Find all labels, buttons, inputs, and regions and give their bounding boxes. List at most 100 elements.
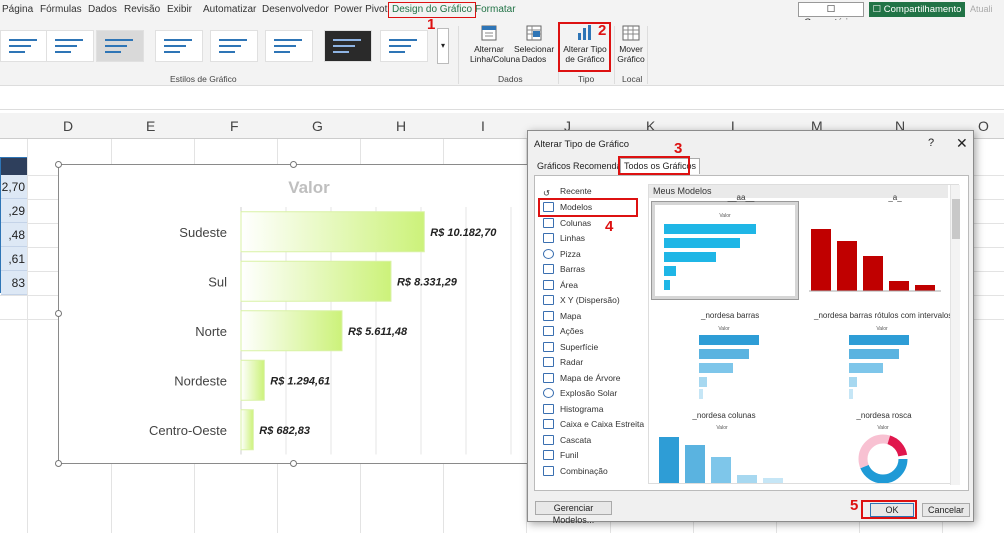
tab-desenvolvedor[interactable]: Desenvolvedor	[262, 4, 329, 15]
tab-power-pivot[interactable]: Power Pivot	[334, 4, 387, 15]
category-mapa[interactable]: Mapa	[543, 311, 581, 321]
help-icon[interactable]: ?	[928, 137, 934, 149]
category-label: Combinação	[560, 466, 608, 476]
template-nordesa-barras-rotulos[interactable]: Valor	[827, 323, 937, 401]
category-label: Funil	[560, 450, 579, 460]
scroll-thumb[interactable]	[952, 199, 960, 239]
category-cascata[interactable]: Cascata	[543, 435, 591, 445]
chart-bar[interactable]	[240, 409, 254, 451]
resize-handle[interactable]	[55, 460, 62, 467]
category-histograma[interactable]: Histograma	[543, 404, 603, 414]
update-button[interactable]: Atuali	[970, 4, 993, 14]
category-caixa[interactable]: Caixa e Caixa Estreita	[543, 419, 644, 429]
sunburst-icon	[543, 388, 554, 398]
template-nordesa-barras[interactable]: Valor	[669, 323, 779, 401]
category-combinacao[interactable]: Combinação	[543, 466, 608, 476]
chart-bar[interactable]	[240, 359, 265, 401]
move-chart-button[interactable]: Mover Gráfico	[616, 24, 646, 64]
share-button[interactable]: ☐ Compartilhamento ▾	[869, 2, 965, 30]
scatter-chart-icon	[543, 295, 554, 305]
surface-chart-icon	[543, 342, 554, 352]
highlight-modelos	[538, 198, 638, 217]
resize-handle[interactable]	[290, 161, 297, 168]
tab-formulas[interactable]: Fórmulas	[40, 4, 82, 15]
pie-chart-icon	[543, 249, 554, 259]
category-label: Área	[560, 280, 578, 290]
separator	[647, 26, 648, 84]
area-chart-icon	[543, 280, 554, 290]
template-aa[interactable]: Valor	[651, 201, 799, 300]
category-area[interactable]: Área	[543, 280, 578, 290]
column-header[interactable]: I	[481, 118, 485, 134]
category-colunas[interactable]: Colunas	[543, 218, 591, 228]
resize-handle[interactable]	[55, 161, 62, 168]
close-icon[interactable]: ✕	[956, 135, 968, 152]
data-label: R$ 5.611,48	[348, 326, 408, 338]
table-cell[interactable]: ,61	[1, 247, 27, 271]
formula-bar[interactable]	[0, 87, 1004, 110]
category-recente[interactable]: ↺ Recente	[543, 186, 592, 198]
manage-templates-button[interactable]: Gerenciar Modelos...	[535, 501, 612, 525]
category-barras[interactable]: Barras	[543, 264, 585, 274]
separator	[614, 26, 615, 84]
chart-style-8[interactable]	[380, 30, 428, 62]
comment-icon: ☐	[826, 4, 836, 15]
category-pizza[interactable]: Pizza	[543, 249, 581, 259]
select-data-button[interactable]: Selecionar Dados	[514, 24, 554, 64]
templates-scrollbar[interactable]	[950, 185, 960, 485]
template-nordesa-rosca[interactable]: Valor	[833, 423, 933, 484]
chart-style-2[interactable]	[46, 30, 94, 62]
chart-style-7[interactable]	[324, 30, 372, 62]
tab-revisao[interactable]: Revisão	[124, 4, 160, 15]
chart-style-4[interactable]	[155, 30, 203, 62]
resize-handle[interactable]	[290, 460, 297, 467]
tab-formatar[interactable]: Formatar	[475, 4, 516, 15]
tab-automatizar[interactable]: Automatizar	[203, 4, 256, 15]
column-header[interactable]: E	[146, 118, 155, 134]
cancel-button[interactable]: Cancelar	[922, 503, 970, 517]
chart-area[interactable]: Valor Sudeste R$ 10.182,70 Sul R$ 8.331,29 N…	[58, 164, 528, 464]
table-cell[interactable]: ,48	[1, 223, 27, 247]
donut-thumbnail: Valor	[858, 425, 908, 484]
category-dispersao[interactable]: X Y (Dispersão)	[543, 295, 620, 305]
tab-pagina[interactable]: Página	[2, 4, 33, 15]
funnel-icon	[543, 450, 554, 460]
switch-row-column-button[interactable]: Alternar Linha/Coluna	[470, 24, 520, 64]
table-header-cell[interactable]	[1, 158, 27, 175]
chart-bar[interactable]	[240, 211, 425, 253]
table-cell[interactable]: 83	[1, 271, 27, 295]
category-radar[interactable]: Radar	[543, 357, 583, 367]
chart-style-3[interactable]	[96, 30, 144, 62]
chart-bar[interactable]	[240, 260, 392, 302]
table-cell[interactable]: 2,70	[1, 175, 27, 199]
category-explosao-solar[interactable]: Explosão Solar	[543, 388, 617, 398]
category-mapa-de-arvore[interactable]: Mapa de Árvore	[543, 373, 620, 383]
category-linhas[interactable]: Linhas	[543, 233, 585, 243]
chart-style-1[interactable]	[0, 30, 48, 62]
template-a[interactable]	[807, 201, 947, 300]
gallery-more-button[interactable]: ▾	[437, 28, 449, 64]
dialog-title: Alterar Tipo de Gráfico	[534, 139, 630, 150]
chart-bar[interactable]	[240, 310, 343, 352]
column-header[interactable]: F	[230, 118, 239, 134]
template-caption: _nordesa rosca	[856, 411, 912, 420]
category-acoes[interactable]: Ações	[543, 326, 584, 336]
tab-exibir[interactable]: Exibir	[167, 4, 192, 15]
column-header[interactable]: O	[978, 118, 989, 134]
template-nordesa-colunas[interactable]: Valor	[655, 423, 789, 483]
chart-style-5[interactable]	[210, 30, 258, 62]
thumb-title: Valor	[718, 326, 730, 332]
category-funil[interactable]: Funil	[543, 450, 578, 460]
comments-button[interactable]: ☐ Comentários	[798, 2, 864, 28]
share-icon: ☐	[872, 4, 884, 15]
table-cell[interactable]: ,29	[1, 199, 27, 223]
resize-handle[interactable]	[55, 310, 62, 317]
column-header[interactable]: H	[396, 118, 406, 134]
column-header[interactable]: G	[312, 118, 323, 134]
chart-style-6[interactable]	[265, 30, 313, 62]
tab-dados[interactable]: Dados	[88, 4, 117, 15]
category-superficie[interactable]: Superfície	[543, 342, 598, 352]
selected-range[interactable]: 2,70 ,29 ,48 ,61 83	[0, 157, 27, 295]
chevron-down-icon: ▾	[440, 41, 445, 50]
column-header[interactable]: D	[63, 118, 73, 134]
